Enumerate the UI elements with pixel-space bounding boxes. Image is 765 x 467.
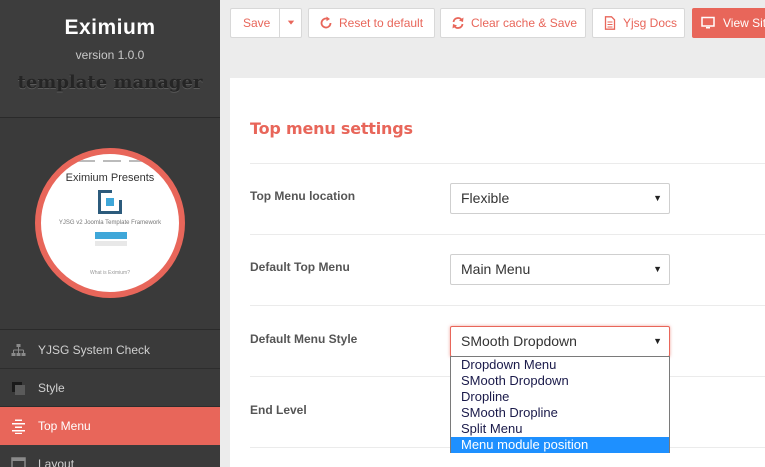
sidebar-item-layout[interactable]: Layout <box>0 445 220 467</box>
template-preview-thumbnail: Eximium Presents YJSG v2 Joomla Template… <box>35 148 185 298</box>
field-label-default-menu-style: Default Menu Style <box>250 332 358 346</box>
divider <box>250 305 765 306</box>
sync-icon <box>452 17 464 29</box>
sidebar-item-label: Layout <box>38 457 75 467</box>
clear-cache-save-button[interactable]: Clear cache & Save <box>440 8 586 38</box>
document-icon <box>604 16 616 30</box>
preview-tagline: YJSG v2 Joomla Template Framework <box>58 220 162 226</box>
select-value: Flexible <box>461 190 510 206</box>
preview-footer: What is Eximium? <box>89 270 130 276</box>
divider <box>250 234 765 235</box>
monitor-icon <box>701 16 715 29</box>
dropdown-option[interactable]: Dropline <box>451 389 669 405</box>
select-value: SMooth Dropdown <box>461 333 577 349</box>
template-preview: Eximium Presents YJSG v2 Joomla Template… <box>0 118 220 330</box>
save-button-label: Save <box>243 16 271 30</box>
preview-nav <box>77 160 157 166</box>
view-site-label: View Site <box>723 16 765 30</box>
reset-default-button[interactable]: Reset to default <box>308 8 435 38</box>
save-button[interactable]: Save <box>230 8 280 38</box>
list-icon <box>12 419 25 434</box>
caret-down-icon: ▼ <box>653 264 662 274</box>
layout-icon <box>11 457 26 467</box>
field-label-end-level: End Level <box>250 403 307 417</box>
sidebar-menu: YJSG System Check Style Top Menu Layout <box>0 331 220 467</box>
select-value: Main Menu <box>461 261 531 277</box>
yjsg-docs-button[interactable]: Yjsg Docs <box>592 8 685 38</box>
yjsg-docs-label: Yjsg Docs <box>623 16 678 30</box>
default-top-menu-select[interactable]: Main Menu ▼ <box>450 254 670 285</box>
sidebar-item-system-check[interactable]: YJSG System Check <box>0 331 220 369</box>
preview-download-button <box>95 232 127 239</box>
section-title: Top menu settings <box>250 119 413 138</box>
toolbar: Save Reset to default Clear cache & Save… <box>220 0 765 48</box>
top-menu-location-select[interactable]: Flexible ▼ <box>450 183 670 214</box>
brand-name: Eximium <box>64 16 156 39</box>
save-options-toggle[interactable] <box>279 8 302 38</box>
brand-version: version 1.0.0 <box>75 48 145 62</box>
field-label-top-menu-location: Top Menu location <box>250 189 356 203</box>
refresh-icon <box>320 16 332 29</box>
clear-cache-save-label: Clear cache & Save <box>471 16 578 30</box>
sidebar-item-label: YJSG System Check <box>38 343 151 357</box>
sidebar: Eximium version 1.0.0 template manager E… <box>0 0 220 467</box>
preview-title: Eximium Presents <box>65 172 155 184</box>
dropdown-option[interactable]: Split Menu <box>451 421 669 437</box>
sidebar-item-label: Style <box>38 381 65 395</box>
dropdown-option[interactable]: SMooth Dropline <box>451 405 669 421</box>
view-site-button[interactable]: View Site <box>692 8 765 38</box>
brand-header: Eximium version 1.0.0 template manager <box>0 0 220 118</box>
dropdown-option[interactable]: SMooth Dropdown <box>451 373 669 389</box>
default-menu-style-select[interactable]: SMooth Dropdown ▼ <box>450 326 670 357</box>
preview-logo-icon <box>98 188 124 214</box>
field-label-default-top-menu: Default Top Menu <box>250 260 350 274</box>
sitemap-icon <box>11 344 26 356</box>
sidebar-item-top-menu[interactable]: Top Menu <box>0 407 220 445</box>
dropdown-option-highlighted[interactable]: Menu module position <box>451 437 669 453</box>
caret-down-icon: ▼ <box>653 336 662 346</box>
sidebar-item-label: Top Menu <box>38 419 91 433</box>
preview-secondary-button <box>95 241 127 246</box>
brand-subtitle: template manager <box>17 72 203 93</box>
dropdown-option[interactable]: Dropdown Menu <box>451 357 669 373</box>
divider <box>250 163 765 164</box>
caret-down-icon: ▼ <box>653 193 662 203</box>
menu-style-dropdown-list: Dropdown Menu SMooth Dropdown Dropline S… <box>450 356 670 453</box>
style-icon <box>12 382 25 395</box>
reset-default-label: Reset to default <box>339 16 424 30</box>
sidebar-item-style[interactable]: Style <box>0 369 220 407</box>
caret-down-icon <box>287 20 295 25</box>
